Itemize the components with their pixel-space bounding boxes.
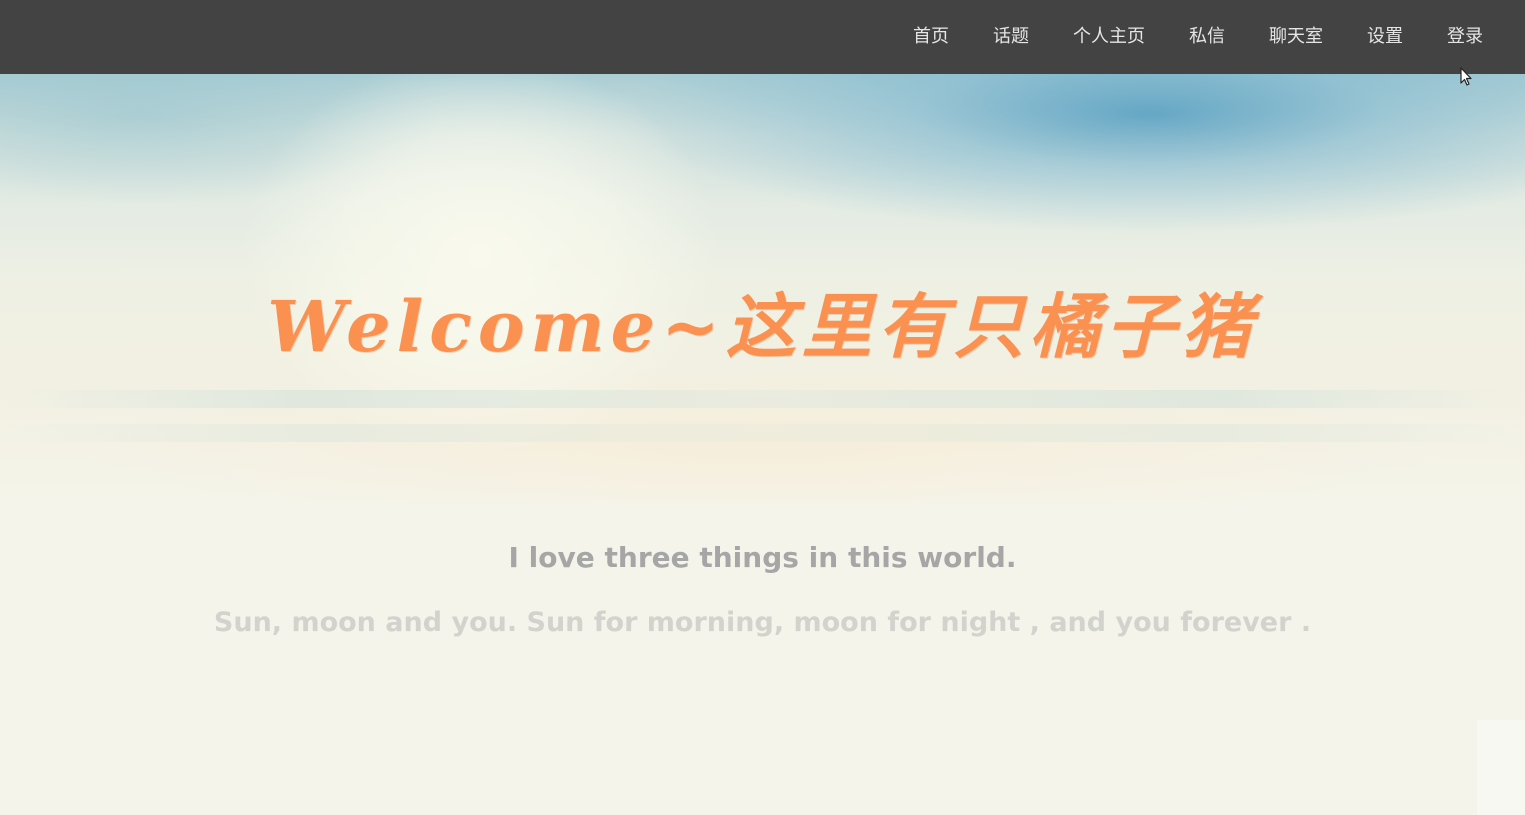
nav-item-messages[interactable]: 私信 [1167,0,1247,74]
nav-item-login[interactable]: 登录 [1425,0,1505,74]
nav-item-topics[interactable]: 话题 [971,0,1051,74]
nav-item-chatroom[interactable]: 聊天室 [1247,0,1345,74]
welcome-title: Welcome~这里有只橘子猪 [267,285,1258,368]
nav-item-profile[interactable]: 个人主页 [1051,0,1167,74]
cloud-band [0,390,1525,408]
nav-item-settings[interactable]: 设置 [1345,0,1425,74]
mouse-pointer-icon [1460,67,1472,86]
cloud-band [0,424,1525,442]
quote-headline: I love three things in this world. [508,541,1017,574]
page: 首页 话题 个人主页 私信 聊天室 设置 登录 Welcome~这里有只橘子猪 … [0,0,1525,815]
nav-item-home[interactable]: 首页 [891,0,971,74]
nav-menu: 首页 话题 个人主页 私信 聊天室 设置 登录 [891,0,1505,74]
corner-panel [1477,720,1525,815]
top-navbar: 首页 话题 个人主页 私信 聊天室 设置 登录 [0,0,1525,74]
quote-subline: Sun, moon and you. Sun for morning, moon… [213,607,1312,638]
